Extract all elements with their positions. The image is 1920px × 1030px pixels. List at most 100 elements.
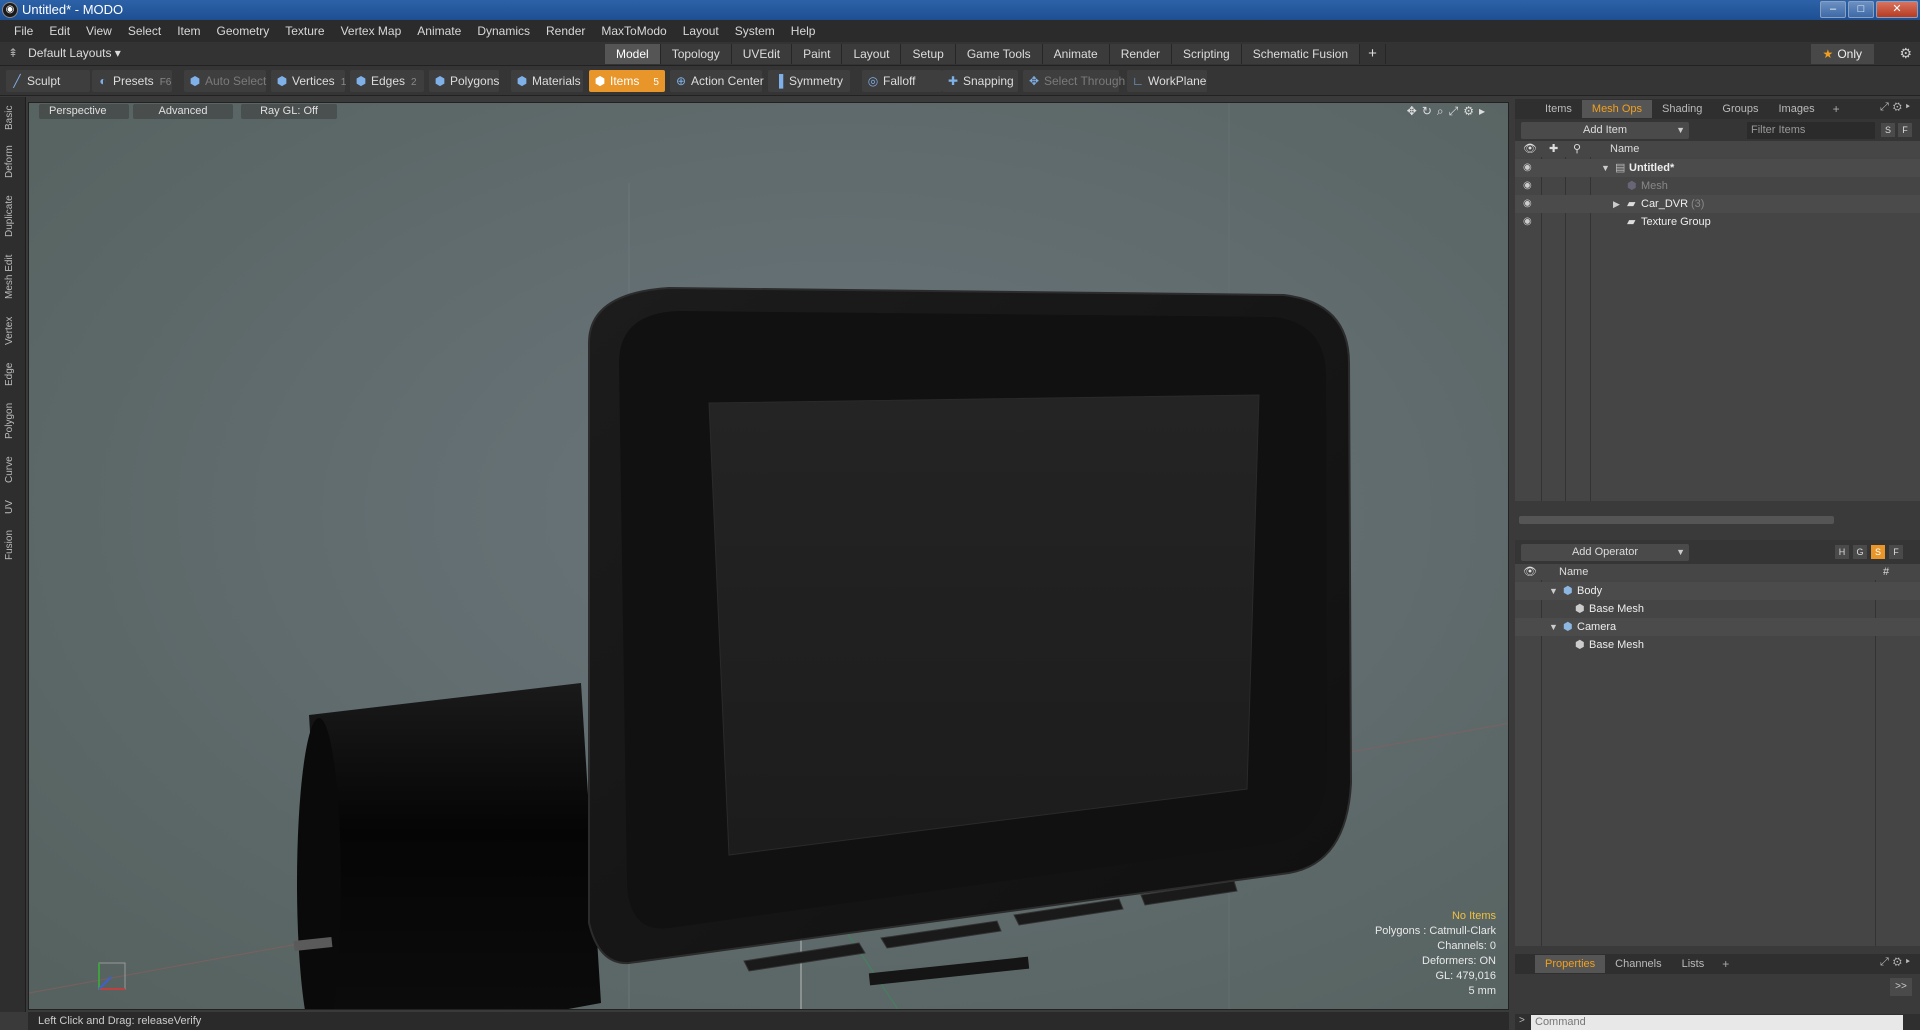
tab-scripting[interactable]: Scripting	[1172, 44, 1242, 64]
viewport-nav-icons[interactable]: ✥↻⌕⤢⚙▸	[1407, 104, 1490, 119]
tab-mesh-ops[interactable]: Mesh Ops	[1581, 100, 1653, 118]
tab-uvedit[interactable]: UVEdit	[731, 44, 793, 64]
vtab-duplicate[interactable]: Duplicate	[4, 191, 22, 241]
auto-select-button[interactable]: ⬢ Auto Select	[184, 70, 266, 92]
snapping-button[interactable]: ✚ Snapping	[942, 70, 1018, 92]
edges-button[interactable]: ⬢ Edges 2	[350, 70, 424, 92]
menu-layout[interactable]: Layout	[675, 24, 727, 38]
3d-viewport[interactable]: Perspective Advanced Ray GL: Off ✥↻⌕⤢⚙▸ …	[28, 102, 1509, 1010]
vtab-basic[interactable]: Basic	[4, 103, 22, 133]
vtab-polygon[interactable]: Polygon	[4, 399, 22, 443]
vtab-curve[interactable]: Curve	[4, 453, 22, 487]
menu-maxtomodo[interactable]: MaxToModo	[593, 24, 674, 38]
menu-file[interactable]: File	[6, 24, 41, 38]
menu-texture[interactable]: Texture	[277, 24, 332, 38]
menu-vertex-map[interactable]: Vertex Map	[333, 24, 410, 38]
tab-schematic-fusion[interactable]: Schematic Fusion	[1241, 44, 1361, 64]
add-item-dropdown[interactable]: Add Item ▼	[1521, 122, 1689, 139]
polygons-button[interactable]: ⬢ Polygons	[429, 70, 499, 92]
tab-shading[interactable]: Shading	[1652, 100, 1712, 118]
workplane-button[interactable]: ∟ WorkPlane	[1127, 70, 1207, 92]
s-button[interactable]: S	[1871, 545, 1885, 559]
op-row-base-mesh[interactable]: ⬢ Base Mesh	[1515, 600, 1920, 618]
view-perspective-dropdown[interactable]: Perspective	[39, 104, 129, 119]
menu-render[interactable]: Render	[538, 24, 593, 38]
add-tab-button[interactable]: +	[1714, 957, 1737, 971]
tab-layout[interactable]: Layout	[842, 44, 902, 64]
add-tab-button[interactable]: +	[1825, 102, 1848, 116]
op-row-base-mesh[interactable]: ⬢ Base Mesh	[1515, 636, 1920, 654]
menu-item[interactable]: Item	[169, 24, 208, 38]
horizontal-scrollbar[interactable]	[1519, 516, 1834, 524]
vtab-mesh-edit[interactable]: Mesh Edit	[4, 251, 22, 303]
add-tab-button[interactable]: +	[1360, 44, 1386, 64]
s-button[interactable]: S	[1881, 123, 1895, 137]
tab-game-tools[interactable]: Game Tools	[955, 44, 1043, 64]
tab-render[interactable]: Render	[1109, 44, 1173, 64]
vtab-deform[interactable]: Deform	[4, 143, 22, 181]
g-button[interactable]: G	[1853, 545, 1867, 559]
sculpt-button[interactable]: ╱ Sculpt	[6, 70, 90, 92]
h-button[interactable]: H	[1835, 545, 1849, 559]
panel-options-icon[interactable]: ⤢⚙▸	[1880, 101, 1914, 114]
eye-icon[interactable]: ◉	[1523, 159, 1532, 177]
menu-geometry[interactable]: Geometry	[209, 24, 278, 38]
expand-icon[interactable]: ▶	[1613, 195, 1620, 213]
add-operator-dropdown[interactable]: Add Operator ▼	[1521, 544, 1689, 561]
only-button[interactable]: ★ Only	[1810, 44, 1874, 64]
tab-channels[interactable]: Channels	[1605, 955, 1671, 973]
tab-groups[interactable]: Groups	[1712, 100, 1768, 118]
tab-animate[interactable]: Animate	[1042, 44, 1110, 64]
expand-button[interactable]: >>	[1890, 978, 1912, 996]
layouts-dropdown[interactable]: ⇞ Default Layouts ▾	[8, 46, 121, 60]
eye-icon[interactable]: ◉	[1523, 177, 1532, 195]
tab-lists[interactable]: Lists	[1672, 955, 1715, 973]
minimize-button[interactable]: –	[1820, 1, 1846, 18]
menu-dynamics[interactable]: Dynamics	[469, 24, 538, 38]
eye-icon[interactable]: ◉	[1523, 213, 1532, 231]
tree-row-car-dvr[interactable]: ◉ ▶ ▰ Car_DVR (3)	[1515, 195, 1920, 213]
tab-setup[interactable]: Setup	[901, 44, 956, 64]
collapse-icon[interactable]: ▼	[1549, 618, 1558, 636]
filter-items-input[interactable]: Filter Items	[1747, 122, 1875, 139]
op-row-camera[interactable]: ▼ ⬢ Camera	[1515, 618, 1920, 636]
tab-model[interactable]: Model	[605, 44, 661, 64]
symmetry-button[interactable]: ▐ Symmetry	[768, 70, 850, 92]
vtab-fusion[interactable]: Fusion	[4, 527, 22, 563]
command-input[interactable]: Command	[1531, 1015, 1903, 1030]
materials-button[interactable]: ⬢ Materials	[511, 70, 583, 92]
vtab-vertex[interactable]: Vertex	[4, 313, 22, 349]
menu-select[interactable]: Select	[120, 24, 169, 38]
action-center-button[interactable]: ⊕ Action Center	[670, 70, 764, 92]
collapse-icon[interactable]: ▼	[1601, 159, 1610, 177]
falloff-button[interactable]: ◎ Falloff	[862, 70, 942, 92]
op-row-body[interactable]: ▼ ⬢ Body	[1515, 582, 1920, 600]
close-button[interactable]: ✕	[1876, 1, 1918, 18]
tree-row-texture-group[interactable]: ◉ ▰ Texture Group	[1515, 213, 1920, 231]
vtab-edge[interactable]: Edge	[4, 359, 22, 389]
tab-items[interactable]: Items	[1535, 100, 1582, 118]
items-button[interactable]: ⬢ Items 5	[589, 70, 665, 92]
gear-icon[interactable]: ⚙	[1899, 45, 1912, 62]
f-button[interactable]: F	[1898, 123, 1912, 137]
maximize-button[interactable]: □	[1848, 1, 1874, 18]
menu-system[interactable]: System	[727, 24, 783, 38]
collapse-icon[interactable]: ▼	[1549, 582, 1558, 600]
tab-paint[interactable]: Paint	[792, 44, 843, 64]
tree-row-scene[interactable]: ◉ ▼ ▤ Untitled*	[1515, 159, 1920, 177]
tab-images[interactable]: Images	[1769, 100, 1825, 118]
select-through-button[interactable]: ✥ Select Through	[1023, 70, 1125, 92]
menu-view[interactable]: View	[78, 24, 120, 38]
eye-icon[interactable]: ◉	[1523, 195, 1532, 213]
tab-properties[interactable]: Properties	[1535, 955, 1606, 973]
view-mode-dropdown[interactable]: Advanced	[133, 104, 233, 119]
menu-help[interactable]: Help	[783, 24, 824, 38]
vtab-uv[interactable]: UV	[4, 497, 22, 517]
menu-animate[interactable]: Animate	[409, 24, 469, 38]
f-button[interactable]: F	[1889, 545, 1903, 559]
vertices-button[interactable]: ⬢ Vertices 1	[271, 70, 346, 92]
tree-row-mesh[interactable]: ◉ ⬢ Mesh	[1515, 177, 1920, 195]
presets-button[interactable]: ◐ Presets F6	[92, 70, 172, 92]
raygl-toggle[interactable]: Ray GL: Off	[241, 104, 337, 119]
menu-edit[interactable]: Edit	[41, 24, 78, 38]
